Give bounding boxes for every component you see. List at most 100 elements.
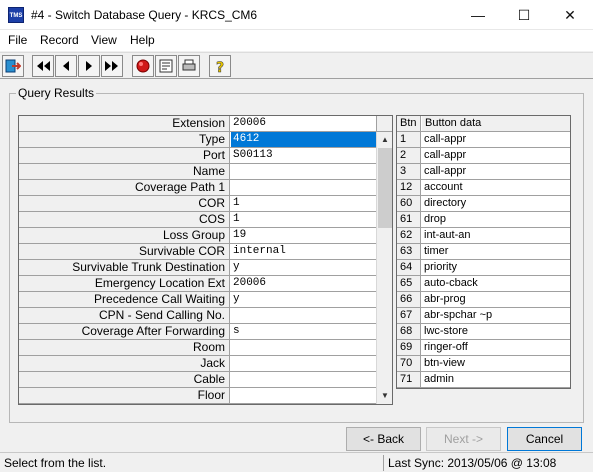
toolbar: ?	[0, 52, 593, 79]
button-data-row[interactable]: 60 directory	[397, 196, 570, 212]
menu-help[interactable]: Help	[130, 33, 155, 47]
minimize-button[interactable]: —	[455, 0, 501, 30]
button-data-row[interactable]: 67 abr-spchar ~p	[397, 308, 570, 324]
grid-scrollbar[interactable]: ▲ ▼	[376, 132, 392, 404]
exit-button[interactable]	[2, 55, 24, 77]
button-data-value: abr-spchar ~p	[424, 309, 493, 321]
grid-row-label: Room	[19, 340, 230, 355]
previous-record-icon	[63, 61, 69, 71]
grid-row-value[interactable]	[231, 164, 376, 179]
grid-row-value[interactable]	[231, 180, 376, 195]
query-button[interactable]	[132, 55, 154, 77]
scroll-thumb[interactable]	[378, 148, 392, 228]
grid-row-label: CPN - Send Calling No.	[19, 308, 230, 323]
grid-row-value[interactable]: y	[231, 260, 376, 275]
grid-row[interactable]: Emergency Location Ext 20006	[19, 276, 376, 292]
grid-row-value[interactable]	[231, 340, 376, 355]
help-icon: ?	[216, 60, 225, 74]
grid-row[interactable]: Name	[19, 164, 376, 180]
grid-row-value[interactable]	[231, 308, 376, 323]
help-button[interactable]: ?	[209, 55, 231, 77]
button-number: 67	[397, 308, 421, 323]
button-data-row[interactable]: 1 call-appr	[397, 132, 570, 148]
grid-row-label: Precedence Call Waiting	[19, 292, 230, 307]
grid-row[interactable]: COR 1	[19, 196, 376, 212]
grid-row-value[interactable]	[231, 388, 376, 403]
grid-row[interactable]: Room	[19, 340, 376, 356]
grid-row[interactable]: Extension 20006	[19, 116, 376, 132]
exit-icon	[5, 59, 21, 73]
grid-row[interactable]: Survivable Trunk Destination y	[19, 260, 376, 276]
properties-button[interactable]	[155, 55, 177, 77]
button-data-row[interactable]: 69 ringer-off	[397, 340, 570, 356]
grid-row-label: Coverage Path 1	[19, 180, 230, 195]
cancel-button[interactable]: Cancel	[507, 427, 582, 451]
grid-row-label: Survivable COR	[19, 244, 230, 259]
button-data-row[interactable]: 65 auto-cback	[397, 276, 570, 292]
scroll-up-arrow-icon[interactable]: ▲	[377, 132, 392, 148]
button-data-row[interactable]: 12 account	[397, 180, 570, 196]
grid-row[interactable]: Survivable COR internal	[19, 244, 376, 260]
close-button[interactable]: ✕	[547, 0, 593, 30]
grid-row-value[interactable]: 20006	[231, 276, 376, 291]
button-data-row[interactable]: 64 priority	[397, 260, 570, 276]
maximize-button[interactable]: ☐	[501, 0, 547, 30]
menu-view[interactable]: View	[91, 33, 117, 47]
button-number: 69	[397, 340, 421, 355]
next-record-button[interactable]	[78, 55, 100, 77]
grid-row-value[interactable]: internal	[231, 244, 376, 259]
grid-row-value[interactable]: 1	[231, 196, 376, 211]
grid-row[interactable]: Floor	[19, 388, 376, 404]
previous-record-button[interactable]	[55, 55, 77, 77]
grid-row[interactable]: Precedence Call Waiting y	[19, 292, 376, 308]
last-record-icon	[105, 61, 118, 71]
button-data-row[interactable]: 61 drop	[397, 212, 570, 228]
button-number: 64	[397, 260, 421, 275]
grid-row-value[interactable]: s	[231, 324, 376, 339]
grid-row[interactable]: Cable	[19, 372, 376, 388]
button-data-value: ringer-off	[424, 341, 468, 353]
grid-row[interactable]: Type 4612	[19, 132, 376, 148]
query-results-grid[interactable]: ▲ ▼ Extension 20006 Type 4612 Port S00113 Name…	[18, 115, 393, 405]
print-icon	[182, 59, 196, 71]
query-results-label: Query Results	[16, 86, 97, 100]
grid-row-value[interactable]	[231, 372, 376, 387]
button-data-row[interactable]: 3 call-appr	[397, 164, 570, 180]
query-icon	[136, 59, 150, 73]
button-data-row[interactable]: 63 timer	[397, 244, 570, 260]
grid-row-value[interactable]: 20006	[231, 116, 376, 131]
button-data-value: call-appr	[424, 133, 467, 145]
grid-row[interactable]: Jack	[19, 356, 376, 372]
button-data-row[interactable]: 66 abr-prog	[397, 292, 570, 308]
next-button[interactable]: Next ->	[426, 427, 501, 451]
menu-record[interactable]: Record	[40, 33, 79, 47]
button-data-grid[interactable]: Btn Button data 1 call-appr 2 call-appr 3 cal…	[396, 115, 571, 389]
grid-row-value[interactable]	[231, 356, 376, 371]
button-number: 3	[397, 164, 421, 179]
scroll-down-arrow-icon[interactable]: ▼	[377, 388, 392, 404]
grid-row[interactable]: COS 1	[19, 212, 376, 228]
status-bar: Select from the list. Last Sync: 2013/05…	[0, 452, 593, 472]
print-button[interactable]	[178, 55, 200, 77]
grid-row[interactable]: Loss Group 19	[19, 228, 376, 244]
grid-row-value[interactable]: y	[231, 292, 376, 307]
button-data-row[interactable]: 71 admin	[397, 372, 570, 388]
grid-row[interactable]: Coverage Path 1	[19, 180, 376, 196]
grid-row-value[interactable]: 4612	[231, 132, 376, 147]
button-data-value: call-appr	[424, 165, 467, 177]
last-record-button[interactable]	[101, 55, 123, 77]
grid-row-value[interactable]: S00113	[231, 148, 376, 163]
grid-row[interactable]: Coverage After Forwarding s	[19, 324, 376, 340]
back-button[interactable]: <- Back	[346, 427, 421, 451]
first-record-button[interactable]	[32, 55, 54, 77]
button-data-row[interactable]: 62 int-aut-an	[397, 228, 570, 244]
button-data-row[interactable]: 68 lwc-store	[397, 324, 570, 340]
grid-row-value[interactable]: 1	[231, 212, 376, 227]
button-data-row[interactable]: 2 call-appr	[397, 148, 570, 164]
button-data-row[interactable]: 70 btn-view	[397, 356, 570, 372]
grid-row[interactable]: CPN - Send Calling No.	[19, 308, 376, 324]
button-data-value: timer	[424, 245, 449, 257]
grid-row-value[interactable]: 19	[231, 228, 376, 243]
menu-file[interactable]: File	[8, 33, 27, 47]
grid-row[interactable]: Port S00113	[19, 148, 376, 164]
